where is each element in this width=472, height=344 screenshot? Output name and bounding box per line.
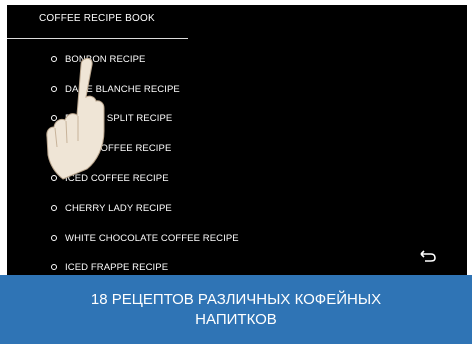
menu-item-cherry-lady[interactable]: CHERRY LADY RECIPE	[51, 200, 172, 216]
bullet-icon	[51, 205, 57, 211]
menu-item-label: WHITE CHOCOLATE COFFEE RECIPE	[65, 232, 239, 244]
menu-item-dame-blanche[interactable]: DAME BLANCHE RECIPE	[51, 81, 180, 97]
menu-item-white-chocolate[interactable]: WHITE CHOCOLATE COFFEE RECIPE	[51, 230, 239, 246]
menu-item-label: DAME BLANCHE RECIPE	[65, 83, 180, 95]
menu-item-iced-coffee[interactable]: ICED COFFEE RECIPE	[51, 170, 169, 186]
menu-item-irish-coffee[interactable]: IRISH COFFEE RECIPE	[51, 140, 171, 156]
menu-item-iced-frappe[interactable]: ICED FRAPPE RECIPE	[51, 259, 168, 275]
bullet-icon	[51, 235, 57, 241]
menu-item-bonbon[interactable]: BONBON RECIPE	[51, 51, 145, 67]
bullet-icon	[51, 56, 57, 62]
recipe-list: BONBON RECIPE DAME BLANCHE RECIPE BANANA…	[7, 5, 467, 275]
recipe-menu-screen: COFFEE RECIPE BOOK BONBON RECIPE DAME BL…	[7, 5, 467, 275]
banner-line-2: НАПИТКОВ	[195, 310, 277, 328]
bullet-icon	[51, 175, 57, 181]
menu-item-label: ICED COFFEE RECIPE	[65, 172, 169, 184]
app-frame: COFFEE RECIPE BOOK BONBON RECIPE DAME BL…	[0, 0, 472, 344]
bullet-icon	[51, 264, 57, 270]
banner-line-1: 18 РЕЦЕПТОВ РАЗЛИЧНЫХ КОФЕЙНЫХ	[90, 290, 382, 308]
menu-item-label: ICED FRAPPE RECIPE	[65, 261, 169, 273]
caption-banner: 18 РЕЦЕПТОВ РАЗЛИЧНЫХ КОФЕЙНЫХ НАПИТКОВ	[0, 275, 472, 344]
bullet-icon	[51, 86, 57, 92]
menu-item-label: BANANA SPLIT RECIPE	[65, 112, 173, 124]
menu-item-label: IRISH COFFEE RECIPE	[65, 142, 172, 154]
bullet-icon	[51, 115, 57, 121]
menu-item-banana-split[interactable]: BANANA SPLIT RECIPE	[51, 110, 172, 126]
bullet-icon	[51, 145, 57, 151]
menu-item-label: CHERRY LADY RECIPE	[65, 202, 172, 214]
return-arrow-icon[interactable]	[419, 249, 437, 263]
menu-item-label: BONBON RECIPE	[65, 53, 146, 65]
